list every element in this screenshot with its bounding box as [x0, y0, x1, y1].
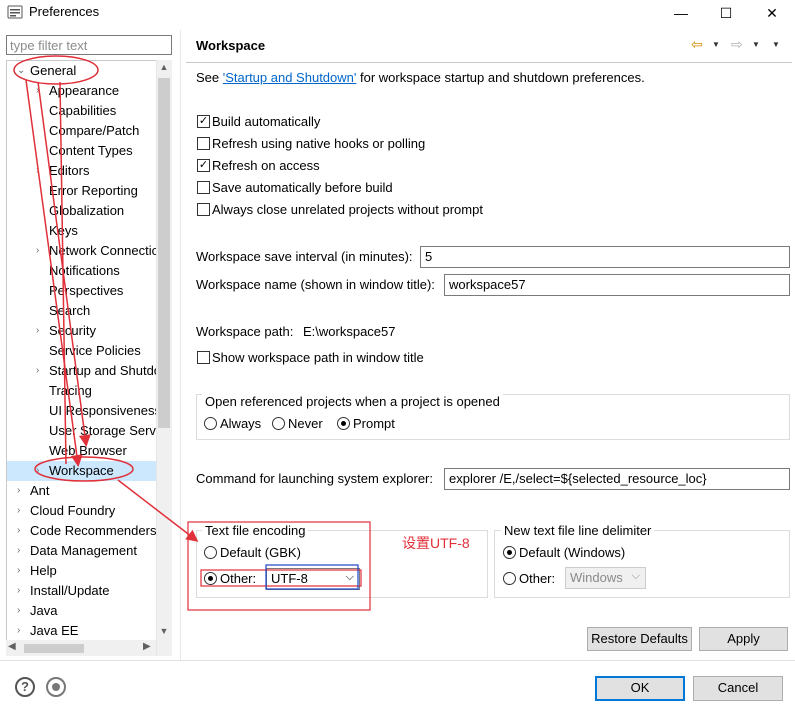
annotation-arrow-2	[37, 81, 91, 447]
other-highlight-box	[200, 569, 362, 587]
annotation-arrow-1	[25, 79, 83, 467]
general-highlight-ellipse	[13, 55, 99, 85]
annotation-arrow-4	[117, 479, 199, 542]
annotation-arrow-3	[59, 81, 67, 465]
encoding-highlight-box	[187, 521, 371, 611]
workspace-highlight-ellipse	[34, 456, 134, 482]
annotation-overlay	[13, 55, 371, 611]
